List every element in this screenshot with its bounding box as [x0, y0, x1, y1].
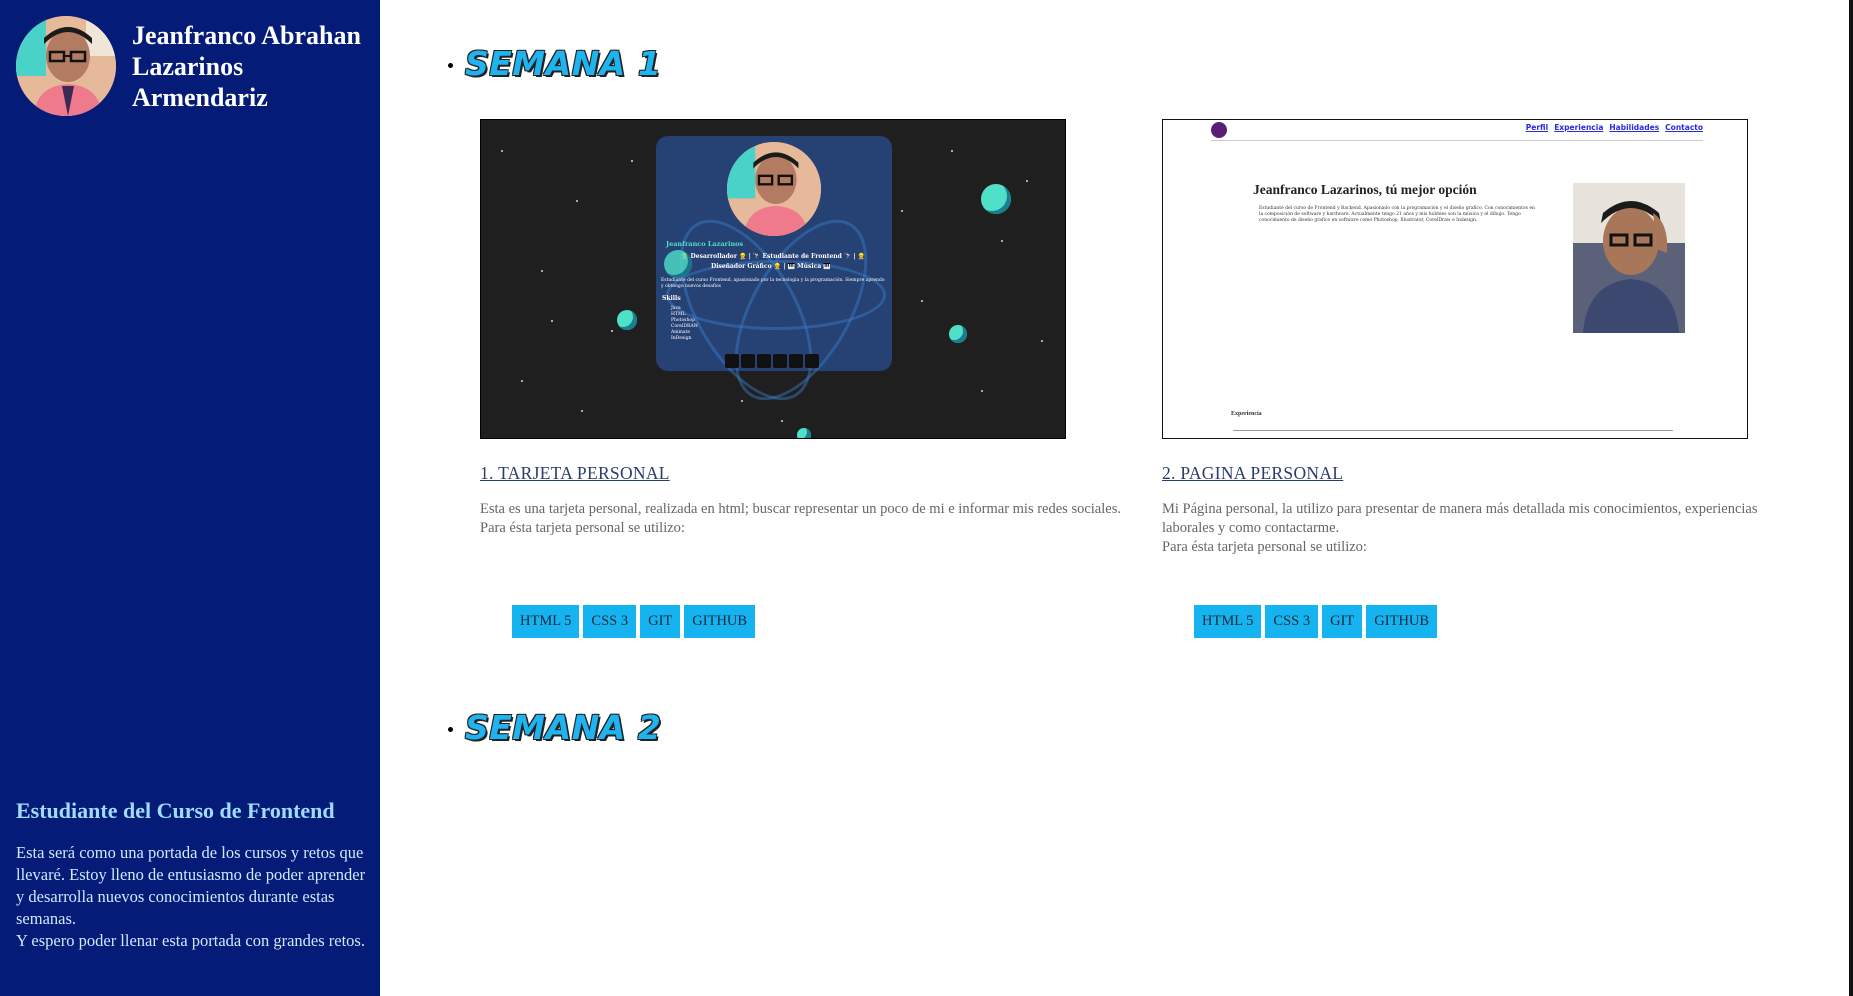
preview-nav-item: Perfil	[1525, 123, 1549, 132]
star	[1026, 180, 1028, 182]
week-2-heading: SEMANA 2	[448, 708, 661, 747]
preview-name: Jeanfranco Lazarinos	[666, 240, 744, 248]
project-desc-2: Para ésta tarjeta personal se utilizo:	[480, 520, 685, 536]
star	[781, 420, 783, 422]
star	[921, 300, 923, 302]
project-desc-1: Esta es una tarjeta personal, realizada …	[480, 501, 1121, 517]
star	[1041, 340, 1043, 342]
project-preview-pagina[interactable]: Perfil Experiencia Habilidades Contacto …	[1162, 119, 1748, 439]
project-desc-1: Mi Página personal, la utilizo para pres…	[1162, 501, 1758, 536]
week-title: SEMANA 2	[465, 708, 662, 747]
whatsapp-icon	[741, 354, 755, 368]
preview-divider	[1211, 140, 1703, 141]
star	[631, 160, 633, 162]
project-desc-2: Para ésta tarjeta personal se utilizo:	[1162, 539, 1367, 555]
project-description: Esta es una tarjeta personal, realizada …	[480, 500, 1125, 538]
tag-github: GITHUB	[684, 605, 756, 638]
preview-text: Estudiante del curso de Frontend y Backe…	[1259, 206, 1535, 223]
tech-tags: HTML 5 CSS 3 GIT GITHUB	[1194, 605, 1438, 638]
star	[501, 150, 503, 152]
github-icon	[773, 354, 787, 368]
preview-photo	[1573, 183, 1685, 333]
star	[611, 330, 613, 332]
facebook-icon	[805, 354, 819, 368]
star	[576, 200, 578, 202]
preview-nav: Perfil Experiencia Habilidades Contacto	[1526, 123, 1703, 132]
project-link-pagina[interactable]: 2. PAGINA PERSONAL	[1162, 463, 1343, 484]
tag-git: GIT	[1322, 605, 1363, 638]
profile-avatar	[16, 16, 116, 116]
tag-html: HTML 5	[512, 605, 580, 638]
planet	[664, 250, 692, 278]
week-title: SEMANA 1	[465, 44, 662, 83]
planet	[949, 325, 967, 343]
discord-icon	[789, 354, 803, 368]
list-bullet	[448, 727, 453, 732]
preview-nav-item: Habilidades	[1609, 123, 1660, 132]
preview-roles-2: Diseñador Gráfico 👷 | 🎹 Música 🎹	[711, 263, 831, 270]
planet	[617, 310, 637, 330]
preview-section-title: Experiencia	[1231, 411, 1262, 417]
star	[541, 270, 543, 272]
project-link-tarjeta[interactable]: 1. TARJETA PERSONAL	[480, 463, 670, 484]
star	[1001, 240, 1003, 242]
preview-logo	[1211, 122, 1227, 138]
week-1-heading: SEMANA 1	[448, 44, 661, 83]
star	[901, 210, 903, 212]
about-text-2: Y espero poder llenar esta portada con g…	[16, 931, 365, 950]
tag-github: GITHUB	[1366, 605, 1438, 638]
star	[981, 390, 983, 392]
project-preview-tarjeta[interactable]: Jeanfranco Lazarinos 👷 Desarrollador 👷 |…	[480, 119, 1066, 439]
about-section: Estudiante del Curso de Frontend Esta se…	[16, 798, 366, 952]
tag-html: HTML 5	[1194, 605, 1262, 638]
project-card-tarjeta: Jeanfranco Lazarinos 👷 Desarrollador 👷 |…	[480, 119, 1125, 638]
preview-heading: Jeanfranco Lazarinos, tú mejor opción	[1253, 182, 1477, 197]
preview-bio: Estudiante del curso Frontend, apasionad…	[661, 278, 885, 289]
about-text-1: Esta será como una portada de los cursos…	[16, 843, 366, 928]
linkedin-icon	[725, 354, 739, 368]
tag-git: GIT	[640, 605, 681, 638]
profile-header: Jeanfranco Abrahan Lazarinos Armendariz	[16, 16, 372, 116]
star	[581, 410, 583, 412]
project-description: Mi Página personal, la utilizo para pres…	[1162, 500, 1807, 557]
email-icon	[757, 354, 771, 368]
profile-name: Jeanfranco Abrahan Lazarinos Armendariz	[132, 20, 361, 112]
about-text: Esta será como una portada de los cursos…	[16, 842, 366, 952]
preview-skill: InDesign	[671, 336, 692, 341]
star	[741, 400, 743, 402]
list-bullet	[448, 63, 453, 68]
preview-avatar	[727, 142, 821, 236]
project-card-pagina: Perfil Experiencia Habilidades Contacto …	[1162, 119, 1807, 638]
preview-table	[1233, 430, 1673, 438]
tech-tags: HTML 5 CSS 3 GIT GITHUB	[512, 605, 756, 638]
preview-skills-title: Skills	[662, 295, 681, 302]
star	[951, 150, 953, 152]
star	[521, 380, 523, 382]
planet	[797, 428, 811, 438]
tag-css: CSS 3	[1265, 605, 1319, 638]
preview-skills-list: Java HTML Photoshop CorelDRAW Animate In…	[671, 306, 698, 342]
about-title: Estudiante del Curso de Frontend	[16, 798, 335, 823]
preview-roles: 👷 Desarrollador 👷 | 🔭 Estudiante de Fron…	[681, 253, 866, 260]
tag-css: CSS 3	[583, 605, 637, 638]
preview-nav-item: Experiencia	[1554, 123, 1604, 132]
sidebar: Jeanfranco Abrahan Lazarinos Armendariz …	[0, 0, 380, 996]
planet	[981, 184, 1011, 214]
window-edge	[1849, 0, 1853, 996]
preview-nav-item: Contacto	[1665, 123, 1703, 132]
star	[551, 320, 553, 322]
preview-social-icons	[725, 354, 819, 368]
